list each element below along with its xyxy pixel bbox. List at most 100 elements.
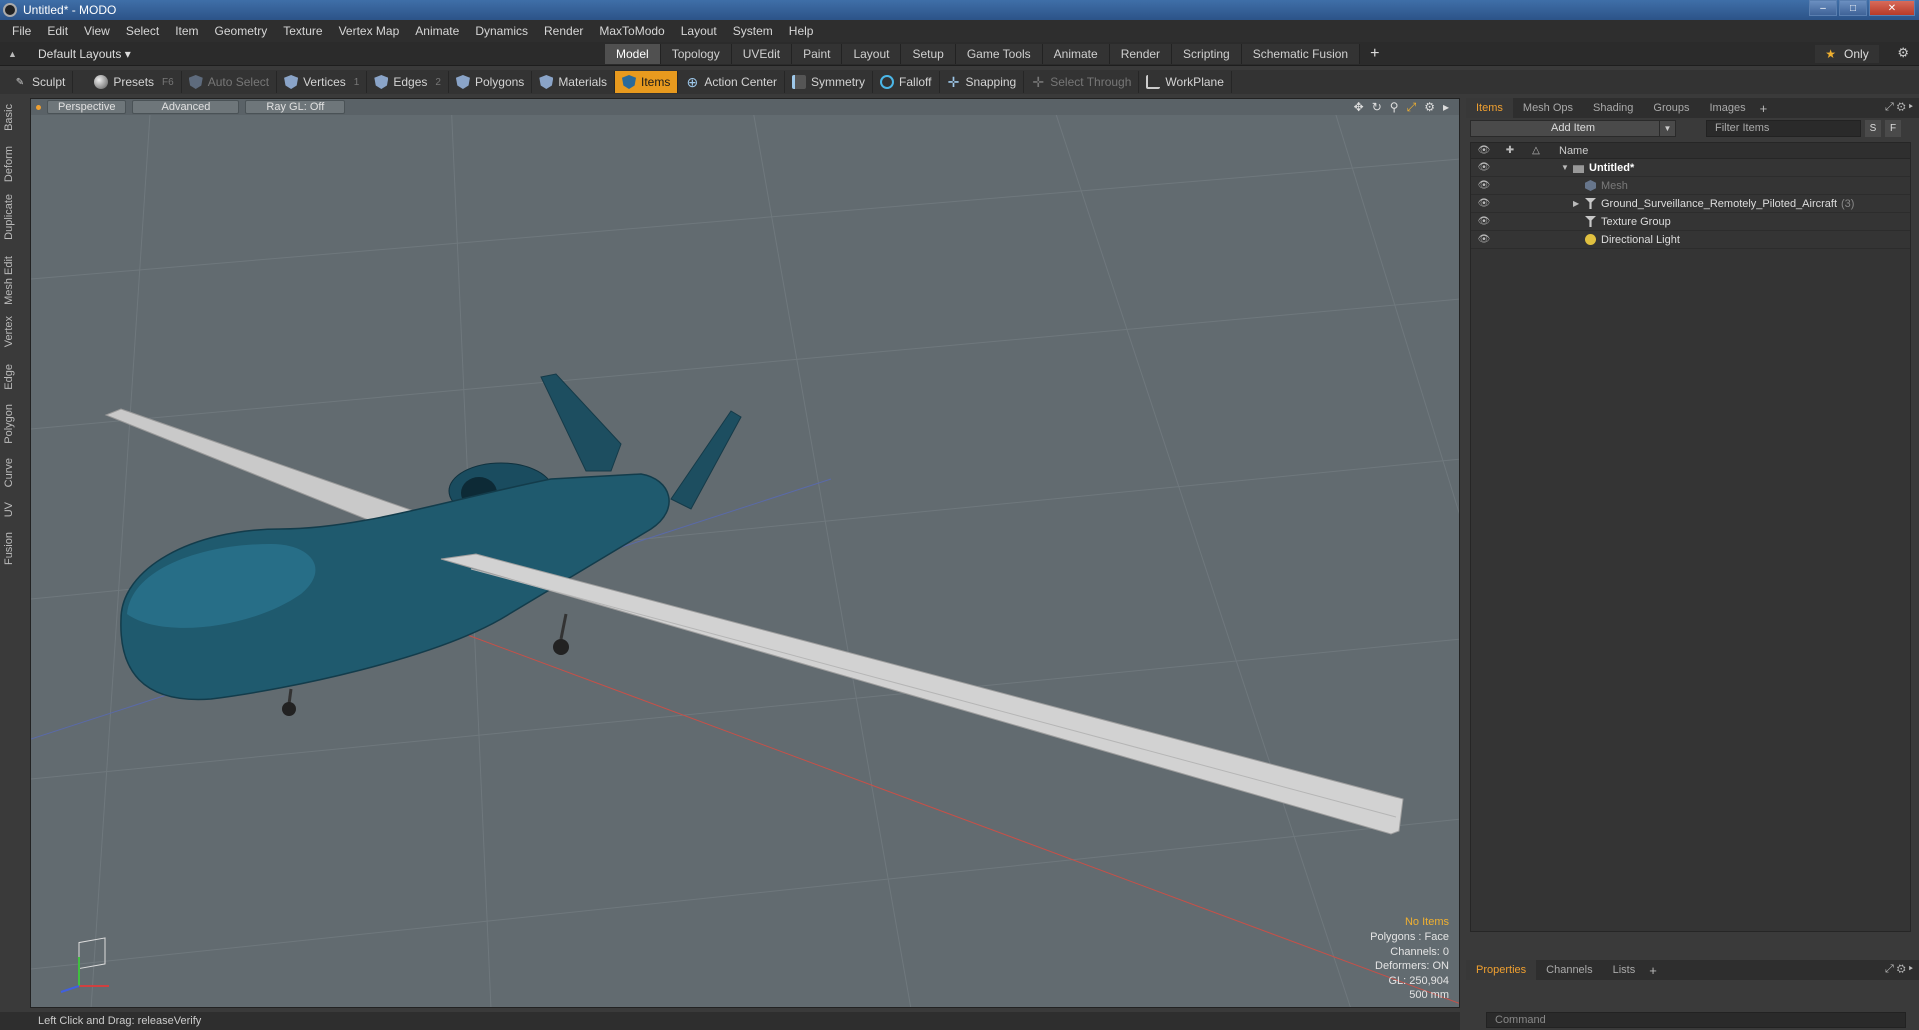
viewport-arrow-icon[interactable]: ▸ <box>1443 100 1449 115</box>
tab-animate[interactable]: Animate <box>1042 44 1110 64</box>
vtab-vertex[interactable]: Vertex <box>3 316 21 347</box>
tab-topology[interactable]: Topology <box>660 44 732 64</box>
sculpt-button[interactable]: ✎ Sculpt <box>6 71 74 93</box>
tab-schematic-fusion[interactable]: Schematic Fusion <box>1241 44 1361 64</box>
tab-channels[interactable]: Channels <box>1536 960 1602 980</box>
eye-icon[interactable]: 👁 <box>1471 198 1497 209</box>
eye-icon[interactable]: 👁 <box>1471 162 1497 173</box>
items-button[interactable]: Items <box>615 71 679 93</box>
tab-layout[interactable]: Layout <box>842 44 902 64</box>
maximize-button[interactable]: □ <box>1839 0 1867 16</box>
collapse-triangle-icon[interactable]: ▼ <box>1561 163 1573 172</box>
render-column-icon[interactable]: △ <box>1523 145 1549 156</box>
tab-uvedit[interactable]: UVEdit <box>731 44 793 64</box>
tab-items[interactable]: Items <box>1466 98 1513 118</box>
list-item[interactable]: 👁 Directional Light <box>1471 231 1910 249</box>
menu-texture[interactable]: Texture <box>275 24 330 38</box>
materials-button[interactable]: Materials <box>532 71 615 93</box>
pan-icon[interactable]: ✥ <box>1354 100 1364 115</box>
default-layouts-dropdown[interactable]: Default Layouts ▾ <box>38 47 131 61</box>
menu-edit[interactable]: Edit <box>39 24 76 38</box>
presets-button[interactable]: Presets F6 <box>87 71 182 93</box>
vtab-curve[interactable]: Curve <box>3 458 21 487</box>
menu-help[interactable]: Help <box>781 24 822 38</box>
close-button[interactable]: ✕ <box>1869 0 1915 16</box>
3d-viewport[interactable]: Perspective Advanced Ray GL: Off ✥ ↻ ⚲ ⤢… <box>30 98 1460 1008</box>
tab-model[interactable]: Model <box>605 44 661 64</box>
f-filter-button[interactable]: F <box>1885 120 1901 137</box>
menu-layout[interactable]: Layout <box>673 24 725 38</box>
add-item-button[interactable]: Add Item ▼ <box>1470 120 1676 137</box>
tab-shading[interactable]: Shading <box>1583 98 1643 118</box>
aircraft-model[interactable] <box>104 373 1404 835</box>
raygl-button[interactable]: Ray GL: Off <box>245 100 346 114</box>
command-input[interactable]: Command <box>1486 1012 1906 1028</box>
falloff-button[interactable]: Falloff <box>873 71 940 93</box>
viewport-menu-dot-icon[interactable] <box>36 104 41 110</box>
list-item[interactable]: 👁 ▼ Untitled* <box>1471 159 1910 177</box>
menu-file[interactable]: File <box>4 24 39 38</box>
workplane-button[interactable]: WorkPlane <box>1139 71 1232 93</box>
zoom-icon[interactable]: ⚲ <box>1390 100 1399 115</box>
advanced-button[interactable]: Advanced <box>132 100 240 114</box>
menu-select[interactable]: Select <box>118 24 167 38</box>
add-tab-button[interactable]: + <box>1360 44 1389 64</box>
tab-render[interactable]: Render <box>1109 44 1173 64</box>
tab-scripting[interactable]: Scripting <box>1172 44 1242 64</box>
menu-render[interactable]: Render <box>536 24 591 38</box>
viewport-settings-icon[interactable]: ⚙ <box>1424 100 1435 115</box>
vtab-polygon[interactable]: Polygon <box>3 404 21 444</box>
tab-paint[interactable]: Paint <box>792 44 843 64</box>
menu-animate[interactable]: Animate <box>407 24 467 38</box>
vtab-edge[interactable]: Edge <box>3 364 21 390</box>
tab-properties[interactable]: Properties <box>1466 960 1537 980</box>
auto-select-button[interactable]: Auto Select <box>182 71 278 93</box>
minimize-button[interactable]: – <box>1809 0 1837 16</box>
vtab-duplicate[interactable]: Duplicate <box>3 194 21 240</box>
perspective-button[interactable]: Perspective <box>47 100 127 114</box>
tab-groups[interactable]: Groups <box>1643 98 1699 118</box>
menu-item[interactable]: Item <box>167 24 206 38</box>
tab-setup[interactable]: Setup <box>901 44 956 64</box>
lock-column-icon[interactable]: ✚ <box>1497 145 1523 156</box>
symmetry-button[interactable]: Symmetry <box>785 71 874 93</box>
vtab-deform[interactable]: Deform <box>3 146 21 182</box>
vtab-basic[interactable]: Basic <box>3 104 21 131</box>
tab-mesh-ops[interactable]: Mesh Ops <box>1513 98 1583 118</box>
action-center-button[interactable]: ⊕ Action Center <box>678 71 786 93</box>
rotate-icon[interactable]: ↻ <box>1372 100 1382 115</box>
collapse-arrow-icon[interactable]: ▲ <box>8 49 22 59</box>
properties-options-icon[interactable]: ⤢ ⚙ ▸ <box>1885 963 1913 976</box>
menu-maxtomodo[interactable]: MaxToModo <box>591 24 672 38</box>
select-through-button[interactable]: ✛ Select Through <box>1024 71 1140 93</box>
s-filter-button[interactable]: S <box>1865 120 1881 137</box>
eye-icon[interactable]: 👁 <box>1471 216 1497 227</box>
menu-geometry[interactable]: Geometry <box>207 24 276 38</box>
tab-game-tools[interactable]: Game Tools <box>955 44 1043 64</box>
vtab-uv[interactable]: UV <box>3 502 21 517</box>
gear-icon[interactable]: ⚙ <box>1897 45 1909 61</box>
name-column-header[interactable]: Name <box>1559 145 1588 157</box>
eye-icon[interactable]: 👁 <box>1471 180 1497 191</box>
menu-dynamics[interactable]: Dynamics <box>467 24 536 38</box>
eye-icon[interactable]: 👁 <box>1471 234 1497 245</box>
polygons-button[interactable]: Polygons <box>449 71 533 93</box>
menu-view[interactable]: View <box>76 24 118 38</box>
tab-images[interactable]: Images <box>1700 98 1756 118</box>
add-item-dropdown-icon[interactable]: ▼ <box>1659 121 1675 136</box>
menu-system[interactable]: System <box>725 24 781 38</box>
menu-vertex-map[interactable]: Vertex Map <box>331 24 408 38</box>
visibility-column-icon[interactable]: 👁 <box>1471 145 1497 156</box>
maximize-viewport-icon[interactable]: ⤢ <box>1407 100 1417 115</box>
list-item[interactable]: 👁 ▶ Ground_Surveillance_Remotely_Piloted… <box>1471 195 1910 213</box>
only-toggle-button[interactable]: ★ Only <box>1815 45 1879 63</box>
list-item[interactable]: 👁 Mesh <box>1471 177 1910 195</box>
snapping-button[interactable]: ✛ Snapping <box>940 71 1025 93</box>
add-properties-tab-button[interactable]: + <box>1645 963 1661 978</box>
list-item[interactable]: 👁 Texture Group <box>1471 213 1910 231</box>
panel-options-icon[interactable]: ⤢ ⚙ ▸ <box>1885 101 1913 114</box>
edges-button[interactable]: Edges 2 <box>367 71 449 93</box>
filter-items-input[interactable]: Filter Items <box>1706 120 1861 137</box>
expand-triangle-icon[interactable]: ▶ <box>1573 199 1585 208</box>
add-panel-tab-button[interactable]: + <box>1756 101 1772 116</box>
